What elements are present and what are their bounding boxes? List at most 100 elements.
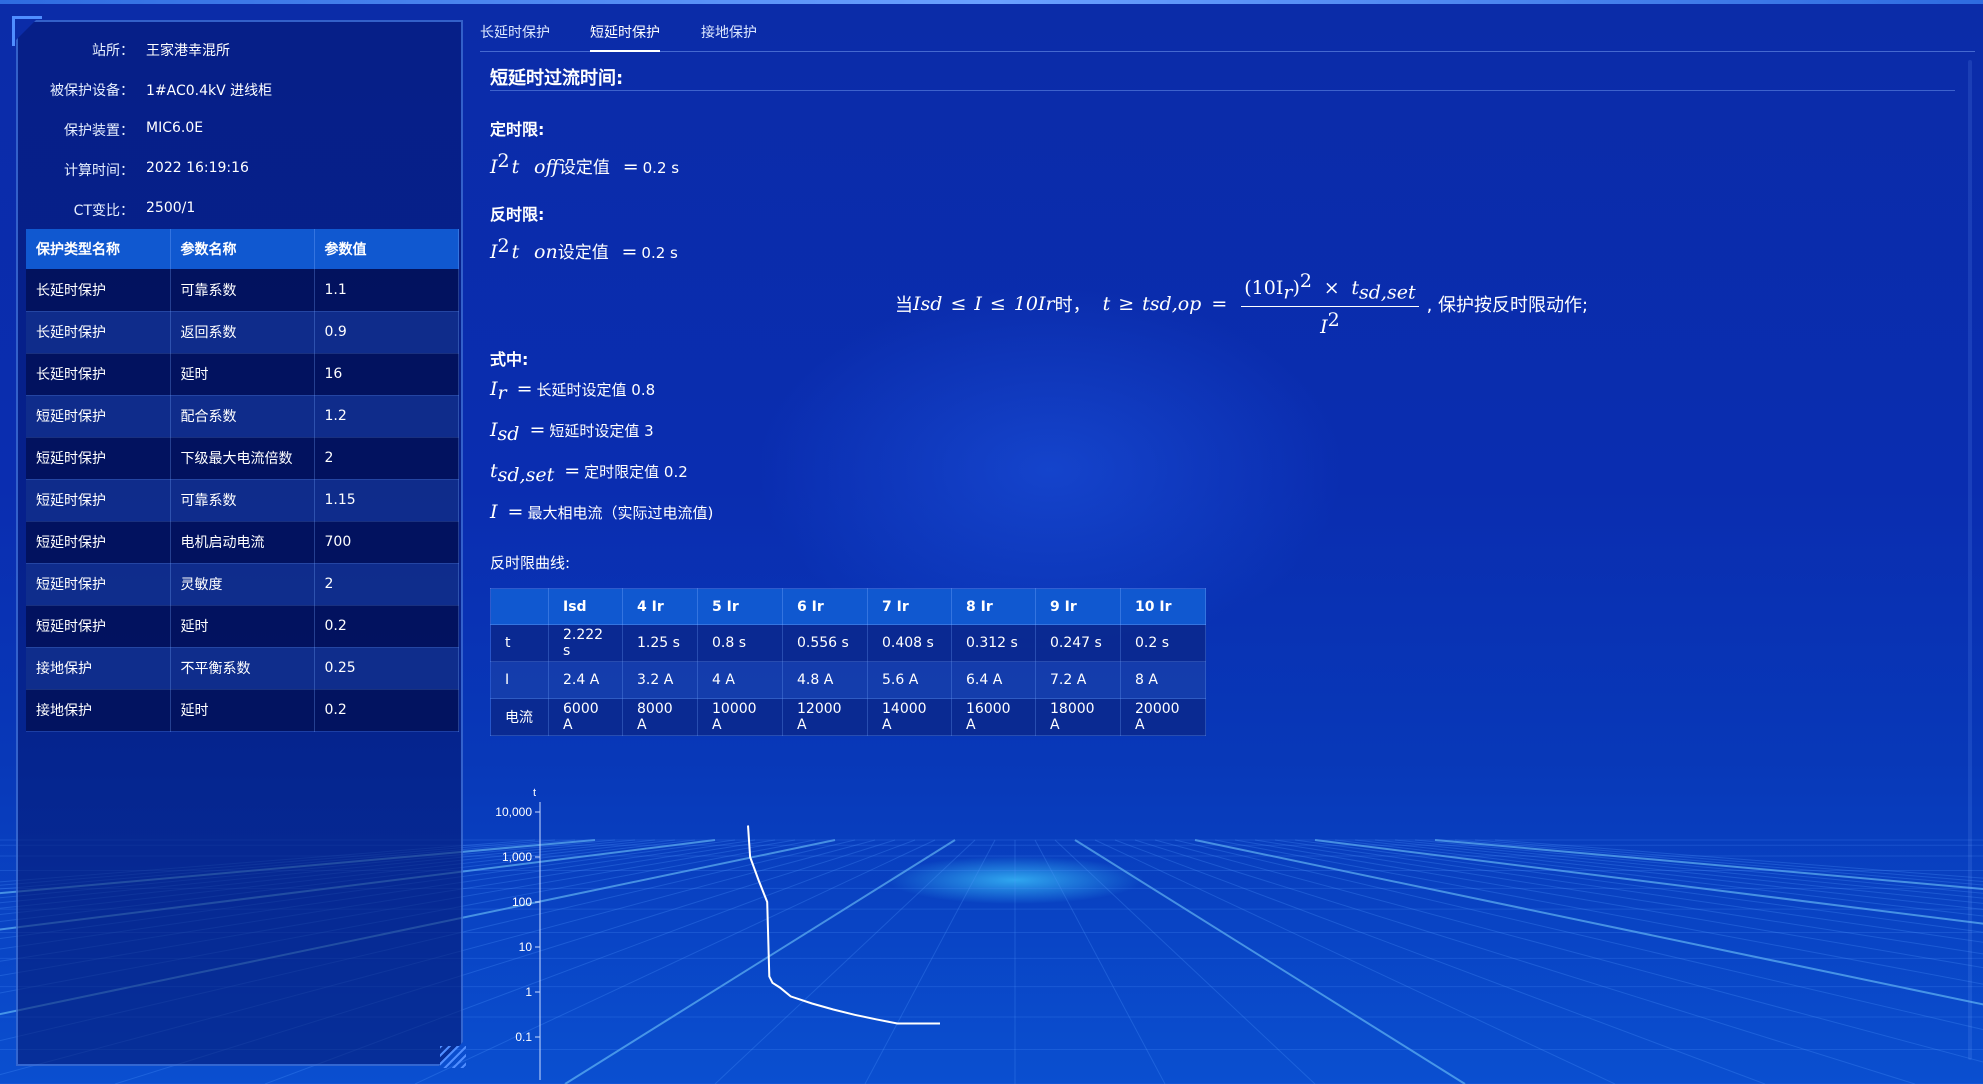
parameter-table: 保护类型名称 参数名称 参数值 长延时保护可靠系数 1.1 长延时保护 返回系数 0.9… [26, 229, 459, 732]
parameter-table-header: 保护类型名称 参数名称 参数值 [26, 229, 459, 269]
curve-cell: 1.25 s [622, 624, 698, 662]
protection-type-cell: 短延时保护 [26, 563, 170, 605]
parameter-name-cell: 延时 [170, 605, 314, 647]
y-tick-label: 100 [512, 895, 532, 909]
parameter-name-cell: 不平衡系数 [170, 647, 314, 689]
curve-cell: 0.312 s [951, 624, 1036, 662]
info-label: 保护装置： [64, 123, 134, 139]
curve-header-cell: 9 Ir [1035, 588, 1121, 625]
curve-header-cell: 5 Ir [697, 588, 783, 625]
grid-line [1454, 839, 1983, 886]
info-value: 2022 16:19:16 [146, 160, 249, 176]
info-panel: 站所： 王家港幸混所 被保护设备： 1#AC0.4kV 进线柜 保护装置： MIC6.0E… [16, 20, 463, 1066]
table-row: 长延时保护 返回系数 0.9 [26, 311, 459, 353]
inverse-time-heading: 反时限: [490, 205, 545, 224]
protection-type-cell: 接地保护 [26, 647, 170, 689]
inverse-time-formula: 当 Isd ≤ I ≤ 10I r 时， t ≥ t sd,op = (10Ir)2… [895, 270, 1589, 338]
grid-line [1254, 839, 1983, 955]
y-tick-label: 10,000 [495, 805, 532, 819]
curve-cell: 0.2 s [1120, 624, 1206, 662]
table-row: 长延时保护 延时 16 [26, 353, 459, 395]
curve-cell: 0.247 s [1035, 624, 1121, 662]
grid-line [1074, 839, 1466, 1084]
table-row: 短延时保护 可靠系数 1.15 [26, 479, 459, 521]
panel-corner-decoration [440, 1046, 466, 1068]
info-row: 站所： 王家港幸混所 [18, 40, 465, 64]
grid-line [1174, 839, 1983, 1031]
parameter-value-cell: 1.15 [314, 479, 459, 521]
protection-type-cell: 短延时保护 [26, 479, 170, 521]
table-row: 短延时保护 电机启动电流 700 [26, 521, 459, 563]
grid-line [1134, 839, 1916, 1084]
parameter-name-cell: 电机启动电流 [170, 521, 314, 563]
curve-cell: 2.4 A [548, 661, 623, 699]
curve-header-cell: 7 Ir [867, 588, 952, 625]
content-scrollbar[interactable] [1968, 60, 1972, 1060]
info-value: 王家港幸混所 [146, 43, 230, 59]
parameter-name-cell: 下级最大电流倍数 [170, 437, 314, 479]
info-value: 1#AC0.4kV 进线柜 [146, 83, 273, 99]
protection-tabs: 长延时保护 短延时保护 接地保护 [480, 20, 1975, 52]
curve-cell: 0.556 s [782, 624, 868, 662]
y-tick-label: 0.1 [515, 1030, 532, 1044]
grid-line [1274, 839, 1983, 943]
curve-cell: 6.4 A [951, 661, 1036, 699]
panel-corner-decoration [12, 16, 42, 46]
parameter-name-cell: 灵敏度 [170, 563, 314, 605]
curve-cell: 4.8 A [782, 661, 868, 699]
curve-cell: 12000 A [782, 698, 868, 736]
parameter-name-cell: 延时 [170, 353, 314, 395]
curve-row-label: t [490, 624, 549, 662]
table-row: 短延时保护 下级最大电流倍数 2 [26, 437, 459, 479]
curve-header-cell: 10 Ir [1120, 588, 1206, 625]
where-heading: 式中: [490, 350, 529, 369]
protection-type-cell: 短延时保护 [26, 605, 170, 647]
curve-cell: 8 A [1120, 661, 1206, 699]
curve-cell: 4 A [697, 661, 783, 699]
y-tick-label: 1,000 [502, 850, 532, 864]
curve-header-cell: 6 Ir [782, 588, 868, 625]
curve-cell: 2.222 s [548, 624, 623, 662]
curve-cell: 16000 A [951, 698, 1036, 736]
grid-line [1054, 839, 1316, 1084]
tab-short-delay[interactable]: 短延时保护 [590, 22, 660, 52]
table-row: 短延时保护 灵敏度 2 [26, 563, 459, 605]
curve-table-header: Isd 4 Ir 5 Ir 6 Ir 7 Ir 8 Ir 9 Ir 10 Ir [490, 588, 1206, 625]
variable-definition: Isd = 短延时设定值 3 [490, 419, 654, 445]
tab-ground[interactable]: 接地保护 [701, 22, 757, 50]
protection-type-cell: 长延时保护 [26, 269, 170, 311]
table-row: t 2.222 s 1.25 s 0.8 s 0.556 s 0.408 s 0.312 s… [490, 624, 1206, 662]
y-tick-label: 10 [519, 940, 533, 954]
protection-type-cell: 长延时保护 [26, 311, 170, 353]
parameter-value-cell: 1.1 [314, 269, 459, 311]
header-protection-type: 保护类型名称 [26, 229, 170, 269]
inverse-curve-line [747, 825, 940, 1025]
grid-line [1094, 839, 1616, 1084]
table-row: 短延时保护 延时 0.2 [26, 605, 459, 647]
parameter-name-cell: 返回系数 [170, 311, 314, 353]
parameter-value-cell: 2 [314, 563, 459, 605]
grid-line [1414, 839, 1983, 894]
protection-type-cell: 短延时保护 [26, 437, 170, 479]
curve-header-cell [490, 588, 549, 625]
definite-time-value: 0.2 s [642, 159, 680, 177]
protection-type-cell: 接地保护 [26, 689, 170, 731]
parameter-name-cell: 可靠系数 [170, 479, 314, 521]
curve-cell: 10000 A [697, 698, 783, 736]
curve-cell: 14000 A [867, 698, 952, 736]
tab-long-delay[interactable]: 长延时保护 [480, 22, 550, 50]
grid-line [1114, 839, 1766, 1084]
parameter-name-cell: 配合系数 [170, 395, 314, 437]
curve-header-cell: Isd [548, 588, 623, 625]
info-row: 被保护设备： 1#AC0.4kV 进线柜 [18, 80, 465, 104]
parameter-value-cell: 700 [314, 521, 459, 563]
curve-cell: 3.2 A [622, 661, 698, 699]
parameter-value-cell: 2 [314, 437, 459, 479]
protection-type-cell: 长延时保护 [26, 353, 170, 395]
grid-line [1434, 839, 1983, 890]
curve-cell: 18000 A [1035, 698, 1121, 736]
table-row: 电流 6000 A 8000 A 10000 A 12000 A 14000 A 16000… [490, 698, 1206, 736]
y-axis-label: t [533, 787, 536, 799]
parameter-value-cell: 0.25 [314, 647, 459, 689]
curve-cell: 0.8 s [697, 624, 783, 662]
